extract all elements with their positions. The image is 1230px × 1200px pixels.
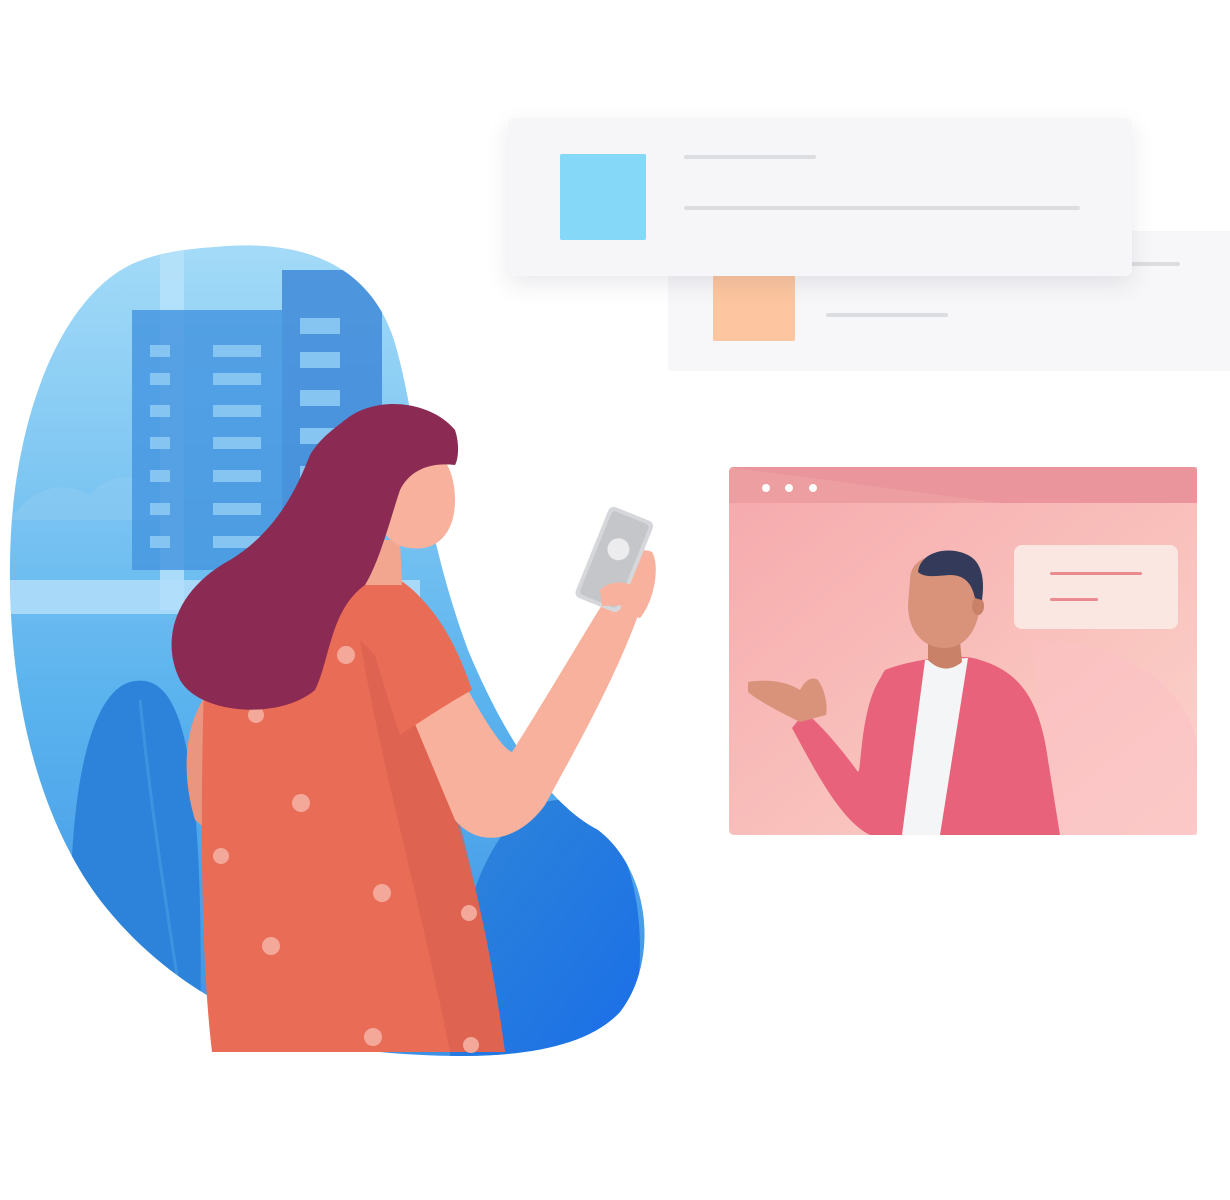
chat-bubble xyxy=(1014,545,1178,629)
illustration xyxy=(9,245,1197,1056)
bush-left xyxy=(70,680,201,1056)
video-call-window xyxy=(729,467,1197,835)
scene-woman xyxy=(9,245,656,1056)
